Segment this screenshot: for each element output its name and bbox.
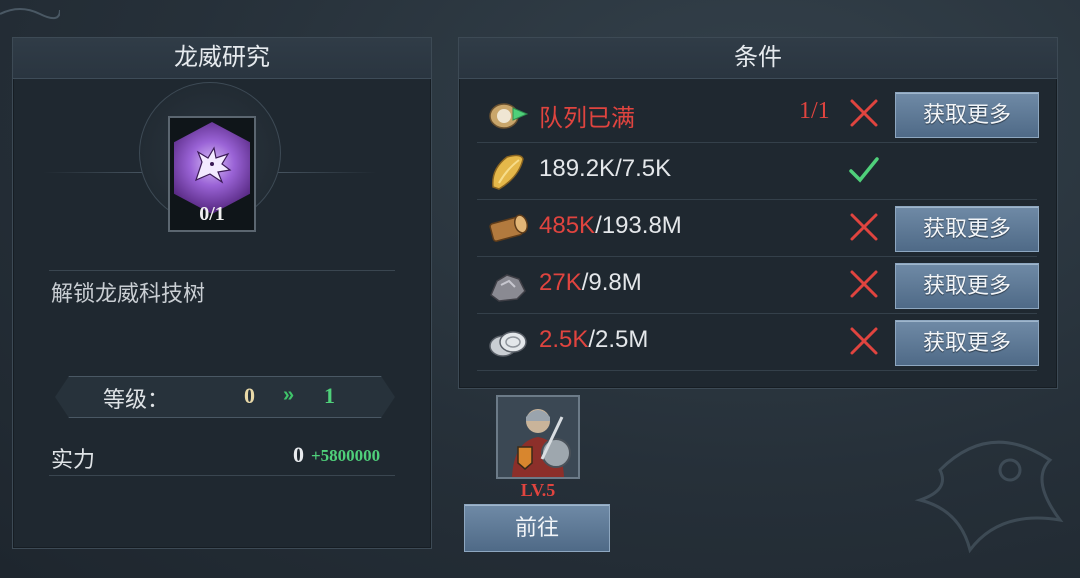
- emblem-line-left: [43, 172, 153, 173]
- condition-text: 2.5K/2.5M: [539, 326, 649, 353]
- emblem-progress: 0/1: [199, 203, 225, 225]
- check-icon: [849, 157, 879, 183]
- divider: [49, 475, 395, 476]
- dragon-research-emblem[interactable]: 0/1: [168, 116, 256, 232]
- get-more-button[interactable]: 获取更多: [895, 92, 1039, 138]
- level-current: 0: [244, 383, 255, 408]
- knight-icon: [498, 397, 578, 477]
- condition-text: 队列已满: [539, 105, 635, 132]
- condition-text: 27K/9.8M: [539, 269, 642, 296]
- fail-cross-icon: [850, 327, 878, 355]
- condition-text: 485K/193.8M: [539, 212, 682, 239]
- dragon-icon: [195, 146, 232, 184]
- food-icon: [492, 154, 524, 190]
- wood-icon: [489, 214, 528, 242]
- condition-row-wood: 485K/193.8M 获取更多: [477, 200, 1039, 257]
- get-more-button[interactable]: 获取更多: [895, 206, 1039, 252]
- research-panel: 龙威研究 0/1 解锁龙威科技树 等级： 0 » 1 实力 0 +5800000: [12, 37, 432, 549]
- conditions-panel: 条件 队列已满 1/1 获取更多 189.2K/7.5K 485K/193.8M…: [458, 37, 1058, 389]
- condition-row-stone: 27K/9.8M 获取更多: [477, 257, 1039, 314]
- conditions-title: 条件: [459, 38, 1057, 79]
- hero-level: LV.5: [520, 480, 556, 500]
- get-more-button[interactable]: 获取更多: [895, 320, 1039, 366]
- go-button[interactable]: 前往: [464, 504, 610, 552]
- raven-ornament: [914, 440, 1064, 554]
- stone-icon: [490, 274, 526, 302]
- condition-row-queue: 队列已满 1/1 获取更多: [477, 86, 1039, 143]
- research-title: 龙威研究: [13, 38, 431, 79]
- emblem-hexagon: [174, 122, 250, 214]
- fail-cross-icon: [850, 213, 878, 241]
- get-more-button[interactable]: 获取更多: [895, 263, 1039, 309]
- condition-row-food: 189.2K/7.5K: [477, 143, 1037, 200]
- power-value: 0: [293, 442, 304, 467]
- fail-cross-icon: [850, 270, 878, 298]
- power-bonus: +5800000: [311, 446, 381, 465]
- corner-ornament: [0, 8, 60, 20]
- condition-text: 189.2K/7.5K: [539, 155, 672, 182]
- power-label: 实力: [51, 447, 96, 472]
- queue-count: 1/1: [799, 98, 830, 124]
- queue-icon: [489, 103, 529, 129]
- unlock-description: 解锁龙威科技树: [51, 281, 206, 306]
- divider: [49, 270, 395, 271]
- emblem-line-right: [267, 172, 377, 173]
- condition-row-silver: 2.5K/2.5M 获取更多: [477, 314, 1039, 371]
- level-arrow-icon: »: [283, 384, 294, 406]
- fail-cross-icon: [850, 99, 878, 127]
- level-next: 1: [324, 383, 335, 408]
- hero-portrait[interactable]: [496, 395, 580, 479]
- silver-icon: [489, 331, 527, 357]
- level-label: 等级：: [103, 387, 170, 412]
